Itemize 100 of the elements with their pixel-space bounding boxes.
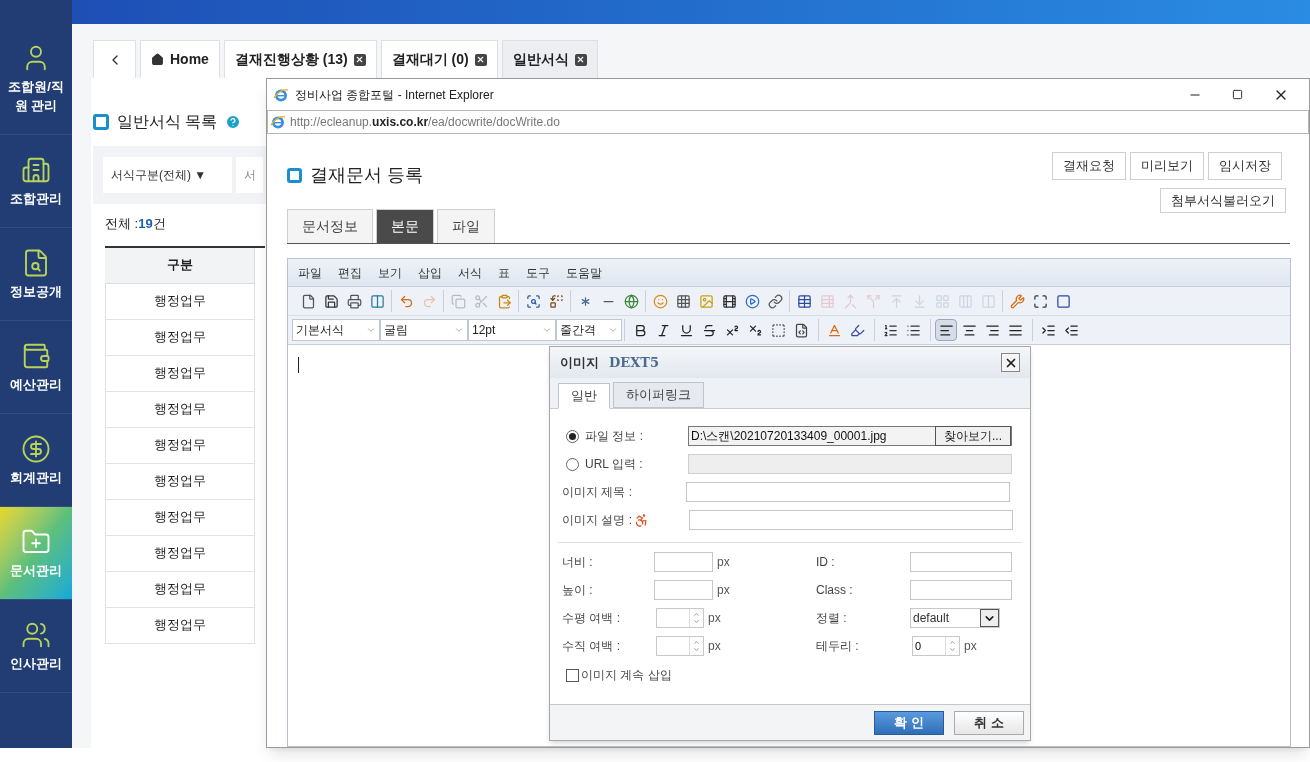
table-cell: 행정업무 <box>105 283 255 320</box>
menu-item[interactable]: 표 <box>493 263 515 282</box>
unit-label: px <box>708 638 721 655</box>
field-label: ID : <box>816 554 836 571</box>
file-path-field[interactable]: D:\스캔\20210720133409_00001.jpg 찾아보기... <box>688 426 1012 446</box>
page-tab[interactable]: 결재대기 (0) <box>380 40 498 78</box>
checkbox[interactable] <box>566 668 579 682</box>
form-tab[interactable]: 파일 <box>437 209 495 243</box>
form-tab[interactable]: 문서정보 <box>287 209 373 243</box>
number-spinner[interactable]: 0 <box>912 636 960 656</box>
form-title: 결재문서 등록 <box>310 164 423 187</box>
sidebar-label: 정보공개 <box>9 282 63 301</box>
menu-item[interactable]: 파일 <box>293 263 327 282</box>
address-bar[interactable]: http://ecleanup.uxis.co.kr/ea/docwrite/docWrite.do <box>267 110 1309 134</box>
text-field[interactable] <box>910 552 1012 572</box>
table-cell: 행정업무 <box>105 571 255 608</box>
browser-logo-icon <box>273 86 289 103</box>
checkbox-label: 이미지 계속 삽입 <box>581 667 672 684</box>
maximize-icon[interactable] <box>1232 89 1243 100</box>
coin-icon <box>21 433 51 464</box>
page-tab[interactable]: 결재진행상황 (13) <box>223 40 377 78</box>
page-title: 일반서식 목록 <box>117 112 218 132</box>
dialog-title: 이미지 <box>560 353 599 372</box>
form-tab[interactable]: 본문 <box>376 209 434 243</box>
table-cell: 행정업무 <box>105 499 255 536</box>
sidebar-label: 문서관리 <box>9 561 63 580</box>
table-cell: 행정업무 <box>105 319 255 356</box>
dialog-brand: DEXT5 <box>609 353 659 372</box>
caret-icon <box>366 325 376 335</box>
menu-item[interactable]: 도구 <box>521 263 555 282</box>
field-label: Class : <box>816 582 854 599</box>
style-dropdown[interactable]: 기본서식 <box>292 319 380 341</box>
close-icon[interactable] <box>353 53 366 66</box>
description-field[interactable] <box>689 510 1013 530</box>
field-label: 이미지 제목 : <box>562 484 633 501</box>
caret-icon <box>454 325 464 335</box>
table-cell: 행정업무 <box>105 355 255 392</box>
style-dropdown[interactable]: 줄간격 <box>556 319 622 341</box>
cancel-button[interactable]: 취 소 <box>954 710 1024 735</box>
square-bullet-icon <box>287 168 302 183</box>
action-button[interactable]: 결재요청 <box>1052 152 1126 180</box>
action-button[interactable]: 미리보기 <box>1130 152 1204 180</box>
category-select[interactable]: 서식구분(전체) ▼ <box>103 157 232 193</box>
confirm-button[interactable]: 확 인 <box>874 710 944 735</box>
search-select[interactable]: 서 <box>236 157 263 193</box>
style-dropdown[interactable]: 12pt <box>468 319 556 341</box>
accessibility-icon <box>634 512 649 528</box>
url-text: http://ecleanup.uxis.co.kr/ea/docwrite/docWrite.do <box>290 114 560 131</box>
table-cell: 행정업무 <box>105 463 255 500</box>
total-count: 19 <box>138 215 153 233</box>
align-select[interactable]: default <box>910 608 1000 628</box>
browse-button[interactable]: 찾아보기... <box>935 426 1011 446</box>
sidebar-label: 조합원/직원 관리 <box>7 78 65 115</box>
dialog-tab[interactable]: 일반 <box>558 383 610 409</box>
text-field[interactable] <box>910 580 1012 600</box>
close-button[interactable] <box>1001 353 1020 372</box>
menu-item[interactable]: 편집 <box>333 263 367 282</box>
column-header: 구분 <box>105 247 255 284</box>
browser-logo-icon <box>270 114 286 130</box>
page-tab[interactable]: 일반서식 <box>501 40 598 78</box>
page-tab[interactable]: Home <box>140 40 220 78</box>
radio-button[interactable] <box>566 429 579 443</box>
unit-label: px <box>717 582 730 599</box>
unit-label: px <box>964 638 977 655</box>
text-field[interactable] <box>654 580 713 600</box>
field-label: 이미지 설명 : <box>562 512 632 529</box>
field-label: 수직 여백 : <box>562 638 621 655</box>
text-field[interactable] <box>654 552 713 572</box>
sidebar-label: 회계관리 <box>9 468 63 487</box>
menu-item[interactable]: 삽입 <box>413 263 447 282</box>
close-icon[interactable] <box>474 53 487 66</box>
unit-label: px <box>708 610 721 627</box>
menu-item[interactable]: 보기 <box>373 263 407 282</box>
title-field[interactable] <box>686 482 1010 502</box>
home-icon <box>151 53 164 66</box>
load-template-button[interactable]: 첨부서식불러오기 <box>1160 188 1286 213</box>
field-label: 테두리 : <box>816 638 860 655</box>
table-cell: 행정업무 <box>105 607 255 644</box>
align-left-icon[interactable] <box>935 319 957 341</box>
field-label: 정렬 : <box>816 610 848 627</box>
close-icon[interactable] <box>574 53 587 66</box>
window-title: 정비사업 종합포털 - Internet Explorer <box>295 86 494 104</box>
caret-icon <box>542 325 552 335</box>
action-button[interactable]: 임시저장 <box>1208 152 1282 180</box>
menu-item[interactable]: 도움말 <box>561 263 607 282</box>
radio-label: 파일 정보 : <box>585 428 644 445</box>
text-cursor <box>298 357 299 373</box>
dialog-tab[interactable]: 하이퍼링크 <box>613 382 704 408</box>
sidebar-label: 조합관리 <box>9 189 63 208</box>
sidebar-label: 인사관리 <box>9 654 63 673</box>
caret-icon <box>608 325 618 335</box>
style-dropdown[interactable]: 굴림 <box>380 319 468 341</box>
menu-item[interactable]: 서식 <box>453 263 487 282</box>
help-icon[interactable] <box>225 114 242 130</box>
table-cell: 행정업무 <box>105 391 255 428</box>
table-cell: 행정업무 <box>105 535 255 572</box>
field-label: 높이 : <box>562 582 594 599</box>
unit-label: px <box>717 554 730 571</box>
total-label: 전체 : <box>105 215 139 233</box>
table-cell: 행정업무 <box>105 427 255 464</box>
